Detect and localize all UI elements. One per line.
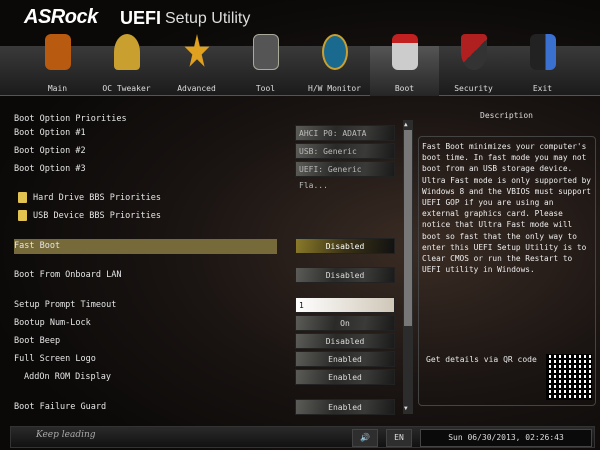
tab-label: H/W Monitor <box>308 84 361 93</box>
language-button[interactable]: EN <box>386 429 412 447</box>
exit-door-icon <box>530 34 556 70</box>
description-heading: Description <box>480 111 533 120</box>
boot-from-lan-select[interactable]: Disabled <box>295 267 395 283</box>
uefi-title: UEFI <box>120 8 162 28</box>
full-screen-logo-label: Full Screen Logo <box>14 354 96 364</box>
keep-leading-slogan: Keep leading <box>36 430 96 440</box>
addon-rom-display-select[interactable]: Enabled <box>295 369 395 385</box>
hard-drive-bbs-priorities-link[interactable]: Hard Drive BBS Priorities <box>18 192 161 203</box>
boot-failure-guard-label: Boot Failure Guard <box>14 402 107 412</box>
shield-icon <box>461 34 487 70</box>
boot-beep-label: Boot Beep <box>14 336 61 346</box>
tab-label: Exit <box>532 84 553 93</box>
scrollbar-thumb[interactable] <box>404 130 412 326</box>
tab-oc-tweaker[interactable]: OC Tweaker <box>92 34 161 96</box>
full-screen-logo-select[interactable]: Enabled <box>295 351 395 367</box>
boot-option-2-select[interactable]: USB: Generic Flas... <box>295 143 395 172</box>
tab-label: Advanced <box>177 84 216 93</box>
usb-device-bbs-priorities-link[interactable]: USB Device BBS Priorities <box>18 210 161 221</box>
asrock-logo: ASRock <box>24 6 98 28</box>
bootup-numlock-select[interactable]: On <box>295 315 395 331</box>
link-label: USB Device BBS Priorities <box>33 211 161 221</box>
setup-prompt-timeout-label: Setup Prompt Timeout <box>14 300 117 310</box>
monitor-icon <box>45 34 71 70</box>
scroll-down-arrow-icon[interactable]: ▼ <box>404 405 408 412</box>
tab-label: Main <box>47 84 68 93</box>
qr-code <box>546 354 592 400</box>
link-label: Hard Drive BBS Priorities <box>33 193 161 203</box>
sound-button[interactable]: 🔊 <box>352 429 378 447</box>
star-icon <box>184 34 210 67</box>
joystick-icon <box>392 34 418 70</box>
folder-icon <box>18 210 27 221</box>
tab-label: OC Tweaker <box>102 84 151 93</box>
fast-boot-select[interactable]: Disabled <box>295 238 395 254</box>
tab-label: Boot <box>394 84 415 93</box>
boot-option-1-select[interactable]: AHCI P0: ADATA SP... <box>295 125 395 154</box>
boot-option-3-label: Boot Option #3 <box>14 164 86 174</box>
tab-main[interactable]: Main <box>23 34 92 96</box>
tab-label: Security <box>454 84 493 93</box>
rocket-icon <box>114 34 140 70</box>
folder-icon <box>18 192 27 203</box>
addon-rom-display-label: AddOn ROM Display <box>24 372 111 382</box>
tab-hw-monitor[interactable]: H/W Monitor <box>300 34 369 96</box>
radar-icon <box>322 34 348 70</box>
qr-label: Get details via QR code <box>426 355 537 364</box>
tab-exit[interactable]: Exit <box>508 34 577 96</box>
setup-prompt-timeout-input[interactable]: 1 <box>295 297 395 313</box>
boot-option-2-label: Boot Option #2 <box>14 146 86 156</box>
bootup-numlock-label: Bootup Num-Lock <box>14 318 91 328</box>
tab-label: Tool <box>255 84 276 93</box>
fast-boot-label: Fast Boot <box>14 241 61 251</box>
boot-from-lan-label: Boot From Onboard LAN <box>14 270 122 280</box>
main-nav: Main OC Tweaker Advanced Tool H/W Monito… <box>0 34 600 96</box>
tab-security[interactable]: Security <box>439 34 508 96</box>
datetime-display: Sun 06/30/2013, 02:26:43 <box>420 429 592 447</box>
tab-tool[interactable]: Tool <box>231 34 300 96</box>
boot-option-priorities-heading: Boot Option Priorities <box>14 114 127 124</box>
tab-advanced[interactable]: Advanced <box>162 34 231 96</box>
boot-option-1-label: Boot Option #1 <box>14 128 86 138</box>
tab-boot[interactable]: Boot <box>370 34 439 96</box>
boot-failure-guard-select[interactable]: Enabled <box>295 399 395 415</box>
speaker-icon: 🔊 <box>360 433 370 442</box>
setup-utility-title: Setup Utility <box>165 10 251 27</box>
scroll-up-arrow-icon[interactable]: ▲ <box>404 121 408 128</box>
boot-beep-select[interactable]: Disabled <box>295 333 395 349</box>
boot-option-3-select[interactable]: UEFI: Generic Fla... <box>295 161 395 190</box>
toolbox-icon <box>253 34 279 70</box>
